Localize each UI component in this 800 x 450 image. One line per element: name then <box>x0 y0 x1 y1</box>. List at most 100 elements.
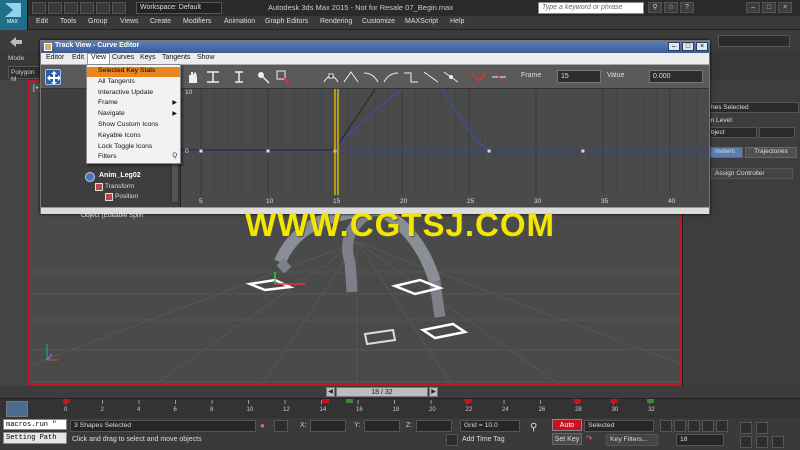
add-time-tag-button[interactable]: Add Time Tag <box>462 436 505 443</box>
named-selection-field[interactable] <box>718 35 790 47</box>
save-file-icon[interactable] <box>64 2 78 14</box>
view-menu-item[interactable]: Keyable Icons <box>87 132 180 142</box>
play-icon[interactable] <box>688 420 700 432</box>
view-menu-item[interactable]: Lock Toggle Icons <box>87 143 180 153</box>
ribbon-mode-label[interactable]: Mode <box>8 55 24 62</box>
track-view-title-bar[interactable]: Track View - Curve Editor <box>41 41 709 53</box>
tv-menu-curves[interactable]: Curves <box>109 54 137 61</box>
tree-item-anim-leg02[interactable]: Anim_Leg02 <box>99 172 141 179</box>
view-menu-item[interactable]: All Tangents <box>87 78 180 88</box>
minimize-icon[interactable]: – <box>746 2 760 13</box>
project-folder-icon[interactable] <box>112 2 126 14</box>
maxscript-output[interactable]: Setting Path <box>3 432 67 444</box>
pan-hand-icon[interactable] <box>185 69 201 85</box>
key-marker[interactable] <box>610 399 618 403</box>
pan-view-icon[interactable] <box>740 436 752 448</box>
zoom-all-icon[interactable] <box>756 422 768 434</box>
key-filters-button[interactable]: Key Filters... <box>606 434 658 446</box>
help-icon[interactable]: ? <box>680 2 694 13</box>
prev-frame-icon[interactable] <box>674 420 686 432</box>
view-menu-item[interactable]: Selected Key Stats <box>87 67 180 77</box>
curve-key[interactable] <box>266 149 270 153</box>
menu-edit[interactable]: Edit <box>36 18 48 25</box>
key-marker[interactable] <box>345 399 353 403</box>
scale-keys-time-icon[interactable] <box>205 69 221 85</box>
new-file-icon[interactable] <box>32 2 46 14</box>
maxscript-listener[interactable]: macros.run " <box>3 419 67 430</box>
foot-controls[interactable] <box>245 272 505 372</box>
maximize-viewport-icon[interactable] <box>772 436 784 448</box>
tv-menu-edit[interactable]: Edit <box>69 54 87 61</box>
time-tag-icon[interactable] <box>446 434 458 446</box>
goto-end-icon[interactable] <box>716 420 728 432</box>
polygon-modeling-tab[interactable]: Polygon M <box>8 66 42 83</box>
value-field[interactable]: 0.000 <box>649 70 703 83</box>
mini-curve-editor-icon[interactable] <box>6 401 28 417</box>
orbit-icon[interactable] <box>756 436 768 448</box>
goto-start-icon[interactable] <box>660 420 672 432</box>
draw-curves-icon[interactable] <box>275 69 291 85</box>
key-marker[interactable] <box>647 399 655 403</box>
key-marker[interactable] <box>322 399 330 403</box>
lock-selection-icon[interactable]: ● <box>260 421 268 431</box>
undo-arrow-icon[interactable] <box>8 34 24 48</box>
add-key-icon[interactable] <box>255 69 271 85</box>
tab-trajectories[interactable]: Trajectories <box>745 147 797 158</box>
tree-item-position[interactable]: Position <box>115 193 138 200</box>
assign-controller-rollout[interactable]: Assign Controller <box>711 168 793 179</box>
ease-curve-icon[interactable] <box>471 69 487 85</box>
tangent-smooth-icon[interactable] <box>443 69 459 85</box>
view-menu-item[interactable]: Frame ▶ <box>87 99 180 109</box>
view-menu-item[interactable]: Show Custom Icons <box>87 121 180 131</box>
auto-key-button[interactable]: Auto Key <box>552 419 582 440</box>
set-key-button[interactable]: Set Key <box>552 433 582 445</box>
object-dropdown[interactable]: bject <box>707 127 757 138</box>
maximize-icon[interactable]: □ <box>762 2 776 13</box>
menu-modifiers[interactable]: Modifiers <box>183 18 211 25</box>
track-bar-ticks[interactable]: 0 2 4 6 8 10 12 14 16 18 20 22 24 26 28 30 32 <box>60 398 656 418</box>
sub-object-dropdown[interactable] <box>759 127 795 138</box>
move-keys-icon[interactable] <box>45 69 61 85</box>
tab-parameters[interactable]: meters <box>707 147 743 158</box>
time-slider-next-icon[interactable]: ▶ <box>429 387 438 397</box>
transform-mode-icon[interactable] <box>274 420 288 432</box>
default-tangent-icon[interactable]: ↷ <box>586 434 602 446</box>
curve-key[interactable] <box>581 149 585 153</box>
tv-menu-editor[interactable]: Editor <box>43 54 67 61</box>
menu-group[interactable]: Group <box>88 18 107 25</box>
time-slider-prev-icon[interactable]: ◀ <box>326 387 335 397</box>
search-input[interactable]: Type a keyword or phrase <box>538 2 644 14</box>
curve-key[interactable] <box>487 149 491 153</box>
tangent-auto-icon[interactable] <box>323 69 339 85</box>
set-key-key-icon[interactable]: ⚲ <box>530 422 537 433</box>
y-coordinate-field[interactable] <box>364 420 400 432</box>
undo-icon[interactable] <box>80 2 94 14</box>
selection-set-dropdown[interactable]: Selected <box>584 420 654 432</box>
time-slider-thumb[interactable]: 18 / 32 <box>336 387 428 397</box>
tv-minimize-icon[interactable]: – <box>668 42 680 51</box>
zoom-icon[interactable] <box>740 422 752 434</box>
current-frame-field[interactable]: 18 <box>676 434 724 446</box>
max-logo-icon[interactable]: MAX <box>0 0 28 32</box>
key-marker[interactable] <box>464 399 472 403</box>
menu-maxscript[interactable]: MAXScript <box>405 18 438 25</box>
menu-rendering[interactable]: Rendering <box>320 18 352 25</box>
redo-icon[interactable] <box>96 2 110 14</box>
tv-menu-keys[interactable]: Keys <box>137 54 159 61</box>
tangent-linear-icon[interactable] <box>423 69 439 85</box>
z-coordinate-field[interactable] <box>416 420 452 432</box>
tree-item-transform[interactable]: Transform <box>105 183 134 190</box>
subscription-icon[interactable]: ☆ <box>664 2 678 13</box>
view-menu-item[interactable]: Interactive Update <box>87 89 180 99</box>
tv-close-icon[interactable]: × <box>696 42 708 51</box>
open-file-icon[interactable] <box>48 2 62 14</box>
menu-help[interactable]: Help <box>450 18 464 25</box>
menu-tools[interactable]: Tools <box>60 18 76 25</box>
next-frame-icon[interactable] <box>702 420 714 432</box>
frame-field[interactable]: 15 <box>557 70 601 83</box>
multiplier-curve-icon[interactable] <box>491 69 507 85</box>
tangent-slow-icon[interactable] <box>383 69 399 85</box>
tv-maximize-icon[interactable]: □ <box>682 42 694 51</box>
scale-values-icon[interactable] <box>231 69 247 85</box>
tv-menu-show[interactable]: Show <box>194 54 218 61</box>
